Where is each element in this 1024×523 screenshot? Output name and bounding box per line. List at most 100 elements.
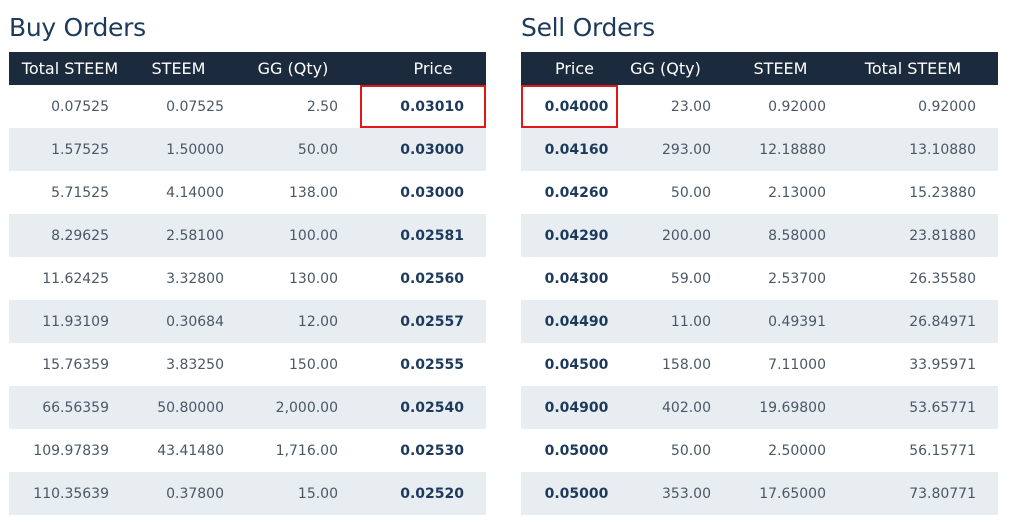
buy-cell-total-steem: 109.97839 (33, 442, 109, 459)
buy-header-gg-qty: GG (Qty) (246, 52, 360, 85)
sell-cell-total-steem: 33.95971 (909, 356, 976, 373)
sell-cell-price: 0.04490 (521, 300, 618, 343)
buy-order-row[interactable]: 0.07525 0.07525 2.50 0.03010 (9, 85, 486, 128)
sell-cell-total-steem: 56.15771 (909, 442, 976, 459)
sell-cell-gg-qty: 50.00 (670, 442, 711, 459)
buy-cell-total-steem: 11.93109 (9, 300, 131, 343)
buy-cell-steem: 3.32800 (166, 270, 224, 287)
buy-cell-steem: 0.07525 (166, 98, 224, 115)
buy-order-row[interactable]: 5.71525 4.14000 138.00 0.03000 (9, 171, 486, 214)
sell-orders-panel: Sell Orders Price GG (Qty) STEEM Total S… (521, 0, 998, 515)
buy-cell-steem: 50.80000 (131, 386, 246, 429)
sell-cell-total-steem: 53.65771 (848, 386, 998, 429)
buy-cell-gg-qty: 130.00 (289, 270, 338, 287)
sell-cell-gg-qty: 293.00 (618, 128, 733, 171)
sell-cell-price: 0.04290 (521, 214, 618, 257)
sell-cell-price: 0.05000 (544, 442, 609, 459)
sell-order-row[interactable]: 0.04490 11.00 0.49391 26.84971 (521, 300, 998, 343)
buy-cell-price: 0.02520 (360, 472, 486, 515)
buy-order-row[interactable]: 66.56359 50.80000 2,000.00 0.02540 (9, 386, 486, 429)
buy-orders-panel: Buy Orders Total STEEM STEEM GG (Qty) Pr… (9, 0, 486, 515)
buy-cell-gg-qty: 2,000.00 (246, 386, 360, 429)
sell-cell-steem: 7.11000 (768, 356, 826, 373)
buy-cell-steem: 3.83250 (166, 356, 224, 373)
buy-cell-gg-qty: 150.00 (289, 356, 338, 373)
buy-cell-total-steem: 1.57525 (9, 128, 131, 171)
buy-cell-steem: 2.58100 (131, 214, 246, 257)
sell-orders-table: Price GG (Qty) STEEM Total STEEM 0.04000… (521, 52, 998, 515)
sell-cell-steem: 8.58000 (733, 214, 848, 257)
buy-cell-gg-qty: 50.00 (246, 128, 360, 171)
buy-header-price: Price (360, 52, 486, 85)
buy-cell-steem: 43.41480 (157, 442, 224, 459)
sell-order-row[interactable]: 0.04900 402.00 19.69800 53.65771 (521, 386, 998, 429)
buy-cell-total-steem: 110.35639 (9, 472, 131, 515)
sell-cell-total-steem: 26.35580 (909, 270, 976, 287)
sell-cell-steem: 0.92000 (768, 98, 826, 115)
buy-order-row[interactable]: 11.62425 3.32800 130.00 0.02560 (9, 257, 486, 300)
buy-cell-steem: 4.14000 (166, 184, 224, 201)
sell-cell-price: 0.04300 (544, 270, 609, 287)
buy-order-row[interactable]: 109.97839 43.41480 1,716.00 0.02530 (9, 429, 486, 472)
sell-order-row[interactable]: 0.05000 50.00 2.50000 56.15771 (521, 429, 998, 472)
sell-cell-price: 0.04260 (544, 184, 609, 201)
sell-cell-total-steem: 0.92000 (918, 98, 976, 115)
buy-cell-gg-qty: 15.00 (246, 472, 360, 515)
sell-cell-gg-qty: 50.00 (670, 184, 711, 201)
sell-order-row[interactable]: 0.04260 50.00 2.13000 15.23880 (521, 171, 998, 214)
buy-cell-gg-qty: 12.00 (246, 300, 360, 343)
sell-cell-gg-qty: 11.00 (618, 300, 733, 343)
buy-cell-steem: 1.50000 (131, 128, 246, 171)
sell-order-row[interactable]: 0.05000 353.00 17.65000 73.80771 (521, 472, 998, 515)
buy-order-row[interactable]: 8.29625 2.58100 100.00 0.02581 (9, 214, 486, 257)
sell-cell-gg-qty: 158.00 (662, 356, 711, 373)
sell-order-row[interactable]: 0.04160 293.00 12.18880 13.10880 (521, 128, 998, 171)
sell-cell-price: 0.04900 (521, 386, 618, 429)
sell-order-row[interactable]: 0.04290 200.00 8.58000 23.81880 (521, 214, 998, 257)
buy-best-price-highlighted: 0.03010 (360, 85, 486, 128)
sell-cell-gg-qty: 200.00 (618, 214, 733, 257)
sell-cell-steem: 17.65000 (733, 472, 848, 515)
buy-orders-table: Total STEEM STEEM GG (Qty) Price 0.07525… (9, 52, 486, 515)
sell-cell-gg-qty: 402.00 (618, 386, 733, 429)
sell-cell-gg-qty: 59.00 (670, 270, 711, 287)
buy-order-row[interactable]: 11.93109 0.30684 12.00 0.02557 (9, 300, 486, 343)
sell-cell-steem: 0.49391 (733, 300, 848, 343)
buy-cell-total-steem: 11.62425 (42, 270, 109, 287)
sell-cell-total-steem: 26.84971 (848, 300, 998, 343)
buy-cell-gg-qty: 100.00 (246, 214, 360, 257)
sell-order-row[interactable]: 0.04500 158.00 7.11000 33.95971 (521, 343, 998, 386)
buy-cell-price: 0.03000 (360, 128, 486, 171)
sell-cell-price: 0.04500 (544, 356, 609, 373)
buy-order-row[interactable]: 1.57525 1.50000 50.00 0.03000 (9, 128, 486, 171)
buy-order-row[interactable]: 110.35639 0.37800 15.00 0.02520 (9, 472, 486, 515)
sell-cell-steem: 2.53700 (768, 270, 826, 287)
buy-cell-total-steem: 66.56359 (9, 386, 131, 429)
buy-cell-price: 0.02557 (360, 300, 486, 343)
sell-order-row[interactable]: 0.04000 23.00 0.92000 0.92000 (521, 85, 998, 128)
sell-orders-title: Sell Orders (521, 13, 655, 42)
sell-header-price: Price (521, 52, 618, 85)
buy-cell-price: 0.02581 (360, 214, 486, 257)
buy-cell-gg-qty: 138.00 (289, 184, 338, 201)
buy-orders-title: Buy Orders (9, 13, 146, 42)
sell-cell-total-steem: 13.10880 (848, 128, 998, 171)
sell-order-row[interactable]: 0.04300 59.00 2.53700 26.35580 (521, 257, 998, 300)
buy-cell-gg-qty: 2.50 (306, 98, 338, 115)
sell-cell-total-steem: 73.80771 (848, 472, 998, 515)
buy-cell-total-steem: 0.07525 (51, 98, 109, 115)
buy-cell-steem: 0.30684 (131, 300, 246, 343)
buy-cell-price: 0.03000 (400, 184, 464, 201)
sell-header-total-steem: Total STEEM (848, 52, 998, 85)
buy-cell-total-steem: 15.76359 (42, 356, 109, 373)
buy-order-row[interactable]: 15.76359 3.83250 150.00 0.02555 (9, 343, 486, 386)
sell-cell-price: 0.05000 (521, 472, 618, 515)
buy-orders-header-row: Total STEEM STEEM GG (Qty) Price (9, 52, 486, 85)
buy-cell-price: 0.02530 (400, 442, 464, 459)
sell-header-gg-qty: GG (Qty) (618, 52, 733, 85)
buy-header-total-steem: Total STEEM (9, 52, 131, 85)
sell-cell-total-steem: 15.23880 (909, 184, 976, 201)
sell-header-steem: STEEM (733, 52, 848, 85)
buy-cell-gg-qty: 1,716.00 (275, 442, 338, 459)
buy-header-steem: STEEM (131, 52, 246, 85)
